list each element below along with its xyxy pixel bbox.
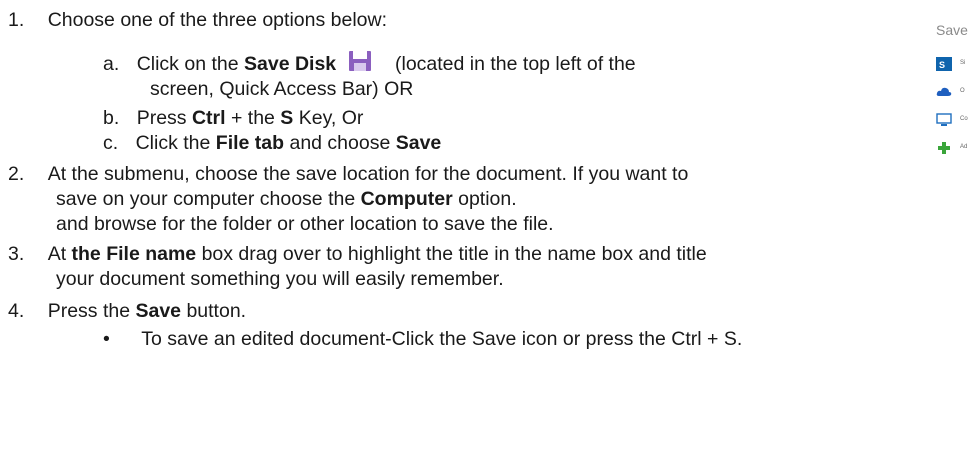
option-a-post: (located in the top left of the xyxy=(395,53,636,75)
option-a: a. Click on the Save Disk (located in th… xyxy=(103,50,636,79)
option-b-letter: b. xyxy=(103,107,120,129)
option-b-post: Key, Or xyxy=(293,107,364,129)
step-2: 2. At the submenu, choose the save locat… xyxy=(8,162,688,187)
step-4-number: 4. xyxy=(8,300,25,322)
option-c-bold-save: Save xyxy=(395,132,442,154)
step-4-post: button. xyxy=(181,300,247,322)
save-location-add-place-label: Ad xyxy=(960,144,968,150)
option-b-bold-ctrl: Ctrl xyxy=(191,107,226,129)
step-4: 4. Press the Save button. xyxy=(8,299,246,324)
step-3-pre: At xyxy=(47,243,72,265)
step-4-bullet: • To save an edited document-Click the S… xyxy=(103,327,742,352)
step-2-line-1: At the submenu, choose the save location… xyxy=(47,163,689,185)
step-3-post: box drag over to highlight the title in … xyxy=(196,243,707,265)
step-2-line-2-post: option. xyxy=(452,188,517,210)
option-a-letter: a. xyxy=(103,53,120,75)
option-b-bold-s: S xyxy=(280,107,294,129)
option-c-pre: Click the xyxy=(135,132,216,154)
bullet-dot-icon: • xyxy=(103,328,110,350)
step-3-number: 3. xyxy=(8,243,25,265)
step-4-bullet-text: To save an edited document-Click the Sav… xyxy=(141,328,743,350)
option-a-bold: Save Disk xyxy=(244,53,337,75)
save-location-computer[interactable]: Co xyxy=(934,112,974,128)
save-location-onedrive-label: O xyxy=(960,88,965,94)
save-location-computer-label: Co xyxy=(960,116,968,122)
step-2-bold-computer: Computer xyxy=(360,188,453,210)
step-4-bold-save: Save xyxy=(135,300,182,322)
option-c-mid: and choose xyxy=(284,132,396,154)
save-location-sharepoint-label: Si xyxy=(960,60,966,66)
option-c-bold-file-tab: File tab xyxy=(215,132,285,154)
save-panel-title: Save xyxy=(936,22,968,38)
option-a-cont: screen, Quick Access Bar) OR xyxy=(150,78,414,100)
option-c: c. Click the File tab and choose Save xyxy=(103,131,441,156)
save-location-sharepoint[interactable]: S Si xyxy=(934,56,974,72)
step-1-text: Choose one of the three options below: xyxy=(47,9,388,31)
step-3-line-2: your document something you will easily … xyxy=(56,268,504,290)
option-a-pre: Click on the xyxy=(136,53,244,75)
step-2-line-2: save on your computer choose the Compute… xyxy=(56,187,517,212)
option-b-pre: Press xyxy=(136,107,192,129)
step-2-number: 2. xyxy=(8,163,25,185)
step-1: 1. Choose one of the three options below… xyxy=(8,8,387,33)
step-1-number: 1. xyxy=(8,9,25,31)
option-c-letter: c. xyxy=(103,132,119,154)
option-b: b. Press Ctrl + the S Key, Or xyxy=(103,106,363,131)
step-2-line-3: and browse for the folder or other locat… xyxy=(56,213,554,235)
step-4-pre: Press the xyxy=(47,300,136,322)
save-location-onedrive[interactable]: O xyxy=(934,84,974,100)
save-disk-icon xyxy=(348,50,372,79)
option-b-mid: + the xyxy=(225,107,281,129)
save-location-add-place[interactable]: Ad xyxy=(934,140,974,156)
svg-text:S: S xyxy=(939,60,945,70)
step-3-bold-file-name: the File name xyxy=(71,243,197,265)
step-3: 3. At the File name box drag over to hig… xyxy=(8,242,707,267)
save-panel: Save S Si O Co Ad xyxy=(928,0,974,160)
step-2-line-2-pre: save on your computer choose the xyxy=(56,188,361,210)
